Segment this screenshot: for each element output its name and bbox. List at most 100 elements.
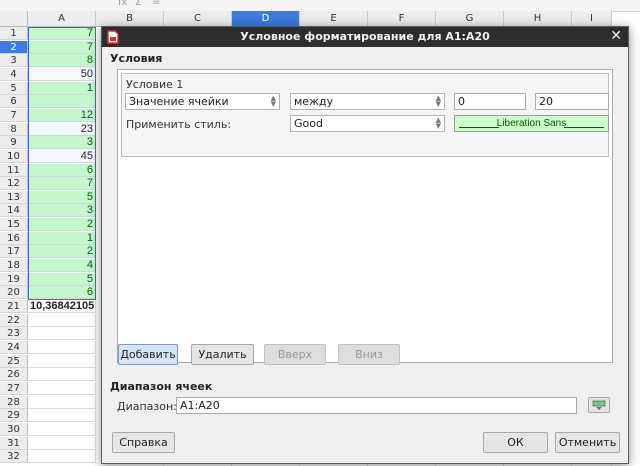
cell-a5[interactable]: 1 xyxy=(28,82,96,95)
add-button[interactable]: Добавить xyxy=(118,344,178,365)
range-label: Диапазон: xyxy=(117,400,177,413)
row-header-28[interactable]: 28 xyxy=(0,396,28,409)
cell-a32[interactable] xyxy=(28,450,96,463)
row-header-8[interactable]: 8 xyxy=(0,123,28,136)
cell-a8[interactable]: 23 xyxy=(28,123,96,136)
cell-a28[interactable] xyxy=(28,396,96,409)
operator-value: между xyxy=(294,95,334,108)
cell-a6[interactable] xyxy=(28,95,96,108)
cell-a24[interactable] xyxy=(28,341,96,354)
row-header-9[interactable]: 9 xyxy=(0,136,28,149)
row-header-15[interactable]: 15 xyxy=(0,218,28,231)
row-header-16[interactable]: 16 xyxy=(0,232,28,245)
row-header-20[interactable]: 20 xyxy=(0,286,28,299)
row-header-29[interactable]: 29 xyxy=(0,409,28,422)
row-header-19[interactable]: 19 xyxy=(0,273,28,286)
cell-a18[interactable]: 4 xyxy=(28,259,96,272)
column-header-e[interactable]: E xyxy=(300,11,368,27)
cell-a7[interactable]: 12 xyxy=(28,109,96,122)
row-header-7[interactable]: 7 xyxy=(0,109,28,122)
cell-a1[interactable]: 7 xyxy=(28,27,96,40)
cell-a27[interactable] xyxy=(28,382,96,395)
cell-a22[interactable] xyxy=(28,314,96,327)
row-header-3[interactable]: 3 xyxy=(0,54,28,67)
row-header-22[interactable]: 22 xyxy=(0,314,28,327)
column-header-g[interactable]: G xyxy=(436,11,504,27)
row-header-32[interactable]: 32 xyxy=(0,450,28,463)
cell-a15[interactable]: 2 xyxy=(28,218,96,231)
row-header-27[interactable]: 27 xyxy=(0,382,28,395)
column-header-h[interactable]: H xyxy=(504,11,572,27)
column-header-b[interactable]: B xyxy=(96,11,164,27)
cell-a31[interactable] xyxy=(28,437,96,450)
cell-a10[interactable]: 45 xyxy=(28,150,96,163)
conditions-list: Условие 1 Значение ячейки ▲ ▼ между ▲ ▼ 0 … xyxy=(117,69,613,363)
cell-a11[interactable]: 6 xyxy=(28,164,96,177)
operator-select[interactable]: между ▲ ▼ xyxy=(290,93,445,110)
row-header-18[interactable]: 18 xyxy=(0,259,28,272)
value2-input[interactable]: 20 xyxy=(535,93,609,110)
row-header-6[interactable]: 6 xyxy=(0,95,28,108)
style-select[interactable]: Good ▲ ▼ xyxy=(290,115,445,132)
cancel-button[interactable]: Отменить xyxy=(555,432,620,453)
select-all-corner[interactable] xyxy=(0,11,28,27)
formula-icon[interactable]: = xyxy=(152,0,160,8)
cell-a13[interactable]: 5 xyxy=(28,191,96,204)
row-header-23[interactable]: 23 xyxy=(0,327,28,340)
cell-a30[interactable] xyxy=(28,423,96,436)
cell-a25[interactable] xyxy=(28,355,96,368)
row-header-10[interactable]: 10 xyxy=(0,150,28,163)
spin-arrows-icon: ▲ ▼ xyxy=(270,94,276,108)
cell-a4[interactable]: 50 xyxy=(28,68,96,81)
cell-a17[interactable]: 2 xyxy=(28,245,96,258)
row-header-11[interactable]: 11 xyxy=(0,164,28,177)
cell-a29[interactable] xyxy=(28,409,96,422)
move-up-button[interactable]: Вверх xyxy=(264,344,326,365)
row-header-17[interactable]: 17 xyxy=(0,245,28,258)
remove-button[interactable]: Удалить xyxy=(191,344,254,365)
cell-a2[interactable]: 7 xyxy=(28,41,96,54)
cell-a19[interactable]: 5 xyxy=(28,273,96,286)
cell-a9[interactable]: 3 xyxy=(28,136,96,149)
condition-type-select[interactable]: Значение ячейки ▲ ▼ xyxy=(125,93,280,110)
row-header-21[interactable]: 21 xyxy=(0,300,28,313)
value1-input[interactable]: 0 xyxy=(454,93,526,110)
row-header-12[interactable]: 12 xyxy=(0,177,28,190)
row-header-2[interactable]: 2 xyxy=(0,41,28,54)
function-wizard-icon[interactable]: fx xyxy=(118,0,127,8)
column-header-i[interactable]: I xyxy=(572,11,612,27)
column-header-d[interactable]: D xyxy=(232,11,300,27)
ok-button[interactable]: ОК xyxy=(483,432,548,453)
cell-a3[interactable]: 8 xyxy=(28,54,96,67)
row-header-25[interactable]: 25 xyxy=(0,355,28,368)
cell-a12[interactable]: 7 xyxy=(28,177,96,190)
row-header-5[interactable]: 5 xyxy=(0,82,28,95)
row-header-30[interactable]: 30 xyxy=(0,423,28,436)
column-header-a[interactable]: A xyxy=(28,11,96,27)
range-input[interactable]: A1:A20 xyxy=(176,397,577,414)
column-header-c[interactable]: C xyxy=(164,11,232,27)
sum-icon[interactable]: Σ xyxy=(135,0,141,8)
close-icon[interactable]: ✕ xyxy=(610,28,622,44)
cell-a20[interactable]: 6 xyxy=(28,286,96,299)
row-header-4[interactable]: 4 xyxy=(0,68,28,81)
condition-entry[interactable]: Условие 1 Значение ячейки ▲ ▼ между ▲ ▼ 0 … xyxy=(121,73,609,157)
cell-a21[interactable]: 10,36842105 xyxy=(28,300,96,313)
cell-a16[interactable]: 1 xyxy=(28,232,96,245)
column-header-f[interactable]: F xyxy=(368,11,436,27)
row-header-26[interactable]: 26 xyxy=(0,368,28,381)
row-header-24[interactable]: 24 xyxy=(0,341,28,354)
move-down-button[interactable]: Вниз xyxy=(338,344,400,365)
row-header-13[interactable]: 13 xyxy=(0,191,28,204)
row-header-31[interactable]: 31 xyxy=(0,437,28,450)
cell-a23[interactable] xyxy=(28,327,96,340)
shrink-icon xyxy=(592,400,606,410)
help-button[interactable]: Справка xyxy=(112,432,175,453)
row-header-14[interactable]: 14 xyxy=(0,204,28,217)
row-header-1[interactable]: 1 xyxy=(0,27,28,40)
dialog-titlebar: Условное форматирование для A1:A20 ✕ xyxy=(102,27,628,47)
shrink-range-button[interactable] xyxy=(588,397,610,413)
cell-a14[interactable]: 3 xyxy=(28,204,96,217)
cell-a26[interactable] xyxy=(28,368,96,381)
conditional-formatting-dialog: Условное форматирование для A1:A20 ✕ Усл… xyxy=(101,26,629,464)
